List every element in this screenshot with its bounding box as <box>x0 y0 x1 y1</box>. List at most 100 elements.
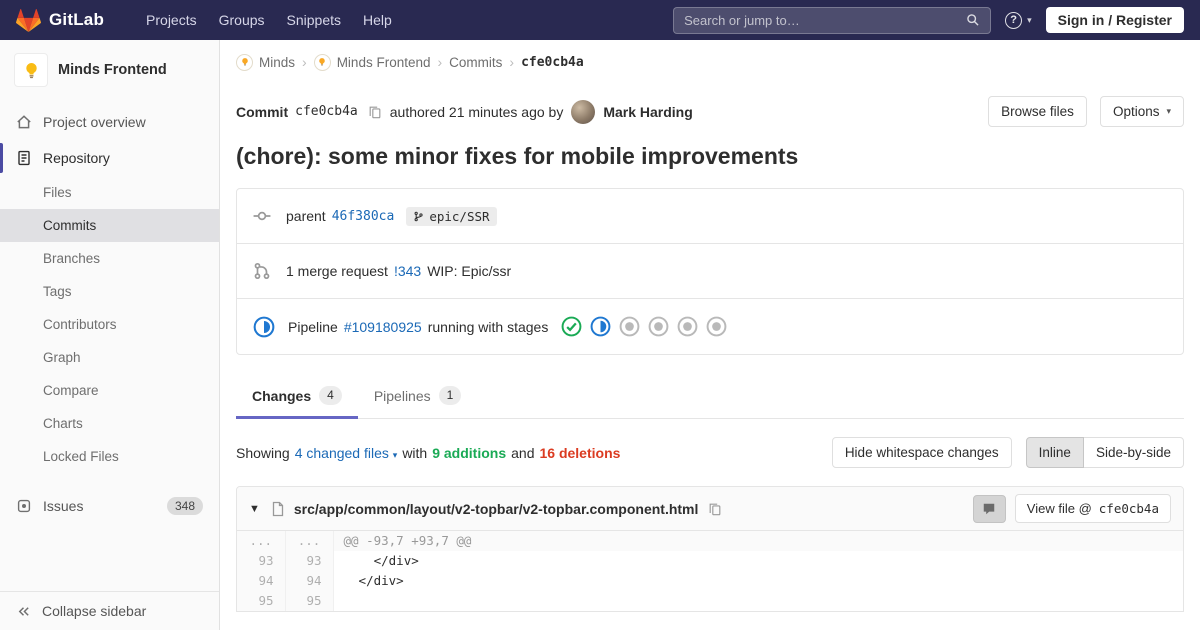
branch-icon <box>414 211 423 221</box>
diff-new-line[interactable]: 95 <box>285 591 334 611</box>
search-input[interactable] <box>684 12 959 28</box>
commit-meta-row: Commit cfe0cb4a authored 21 minutes ago … <box>236 84 1184 131</box>
pipeline-status-text: running with stages <box>427 318 549 335</box>
git-commit-icon <box>253 207 271 225</box>
sidebar-item-label: Project overview <box>43 114 146 130</box>
side-by-side-view-button[interactable]: Side-by-side <box>1082 437 1184 468</box>
options-label: Options <box>1112 104 1160 119</box>
pipeline-stage-success-icon[interactable] <box>561 316 582 337</box>
nav-snippets[interactable]: Snippets <box>287 12 341 28</box>
file-diff-header: ▼ src/app/common/layout/v2-topbar/v2-top… <box>237 487 1183 531</box>
help-dropdown[interactable]: ? ▾ <box>1005 11 1032 29</box>
sidebar-item-compare[interactable]: Compare <box>0 374 219 407</box>
nav-projects[interactable]: Projects <box>146 12 197 28</box>
collapse-diff-caret-icon[interactable]: ▼ <box>249 503 260 515</box>
diff-code: </div> <box>343 573 404 588</box>
sidebar-item-files[interactable]: Files <box>0 176 219 209</box>
navbar-links: Projects Groups Snippets Help <box>146 12 392 28</box>
pipeline-row: Pipeline #109180925 running with stages <box>237 299 1183 354</box>
project-context[interactable]: Minds Frontend <box>0 40 219 100</box>
collapse-sidebar-button[interactable]: Collapse sidebar <box>0 591 219 630</box>
nav-groups[interactable]: Groups <box>219 12 265 28</box>
sidebar-item-commits[interactable]: Commits <box>0 209 219 242</box>
branch-ref-name: epic/SSR <box>429 208 490 224</box>
sidebar-item-branches[interactable]: Branches <box>0 242 219 275</box>
sidebar-item-repository[interactable]: Repository <box>0 140 219 176</box>
sidebar-item-issues[interactable]: Issues 348 <box>0 487 219 525</box>
commit-tabs: Changes 4 Pipelines 1 <box>236 373 1184 419</box>
view-file-sha: cfe0cb4a <box>1098 501 1159 516</box>
global-search[interactable] <box>673 6 992 34</box>
diff-view-toggle: Inline Side-by-side <box>1025 437 1184 468</box>
breadcrumb: Minds › Minds Frontend › Commits › cfe0c… <box>236 40 1184 84</box>
tab-changes-label: Changes <box>252 387 312 404</box>
breadcrumb-project[interactable]: Minds Frontend <box>313 53 431 71</box>
gitlab-home-link[interactable]: GitLab <box>16 8 104 33</box>
diff-old-line[interactable]: 93 <box>237 551 286 571</box>
sidebar-item-contributors[interactable]: Contributors <box>0 308 219 341</box>
sidebar-item-tags[interactable]: Tags <box>0 275 219 308</box>
merge-request-link[interactable]: !343 <box>394 263 421 279</box>
issues-count-badge: 348 <box>166 497 203 515</box>
diff-code: </div> <box>343 553 419 568</box>
merge-request-text: 1 merge request <box>286 263 388 279</box>
view-file-label: View file @ <box>1026 501 1092 516</box>
pipeline-stage-created-icon[interactable] <box>648 316 669 337</box>
deletions-text: 16 deletions <box>539 444 621 461</box>
breadcrumb-separator: › <box>509 54 515 70</box>
diff-new-line[interactable]: 93 <box>285 551 334 571</box>
parent-label: parent <box>286 208 326 224</box>
browse-files-button[interactable]: Browse files <box>988 96 1087 127</box>
lightbulb-icon <box>25 62 37 78</box>
parent-sha-link[interactable]: 46f380ca <box>332 209 395 224</box>
pipeline-stage-created-icon[interactable] <box>619 316 640 337</box>
breadcrumb-current-sha: cfe0cb4a <box>521 54 584 70</box>
tab-pipelines-label: Pipelines <box>373 387 431 404</box>
project-name: Minds Frontend <box>58 62 167 78</box>
sidebar-item-project-overview[interactable]: Project overview <box>0 104 219 140</box>
pipeline-label: Pipeline <box>288 318 338 335</box>
file-path[interactable]: src/app/common/layout/v2-topbar/v2-topba… <box>294 501 699 517</box>
toggle-comments-button[interactable] <box>972 494 1006 523</box>
diff-summary-row: Showing 4 changed files ▾ with 9 additio… <box>236 419 1184 486</box>
sidebar-item-label: Repository <box>43 150 110 166</box>
author-avatar[interactable] <box>571 99 596 124</box>
nav-help[interactable]: Help <box>363 12 392 28</box>
breadcrumb-commits[interactable]: Commits <box>449 55 502 70</box>
top-navbar: GitLab Projects Groups Snippets Help ? ▾… <box>0 0 1200 40</box>
copy-file-path-button[interactable] <box>706 500 724 518</box>
tab-pipelines[interactable]: Pipelines 1 <box>358 373 478 418</box>
tab-changes[interactable]: Changes 4 <box>236 373 358 419</box>
branch-ref-badge[interactable]: epic/SSR <box>406 206 497 226</box>
diff-new-line[interactable]: 94 <box>285 571 334 591</box>
diff-old-line[interactable]: 94 <box>237 571 286 591</box>
sidebar-item-charts[interactable]: Charts <box>0 407 219 440</box>
diff-old-line[interactable]: 95 <box>237 591 286 611</box>
sign-in-button[interactable]: Sign in / Register <box>1045 7 1184 33</box>
inline-view-button[interactable]: Inline <box>1025 437 1084 468</box>
hide-whitespace-button[interactable]: Hide whitespace changes <box>831 437 1012 468</box>
author-name[interactable]: Mark Harding <box>603 104 692 120</box>
pipeline-id-link[interactable]: #109180925 <box>344 319 422 335</box>
main-content: Minds › Minds Frontend › Commits › cfe0c… <box>220 40 1200 612</box>
diff-hunk-header: @@ -93,7 +93,7 @@ <box>333 531 1183 551</box>
diff-old-line: ... <box>237 531 286 551</box>
breadcrumb-project-label: Minds Frontend <box>336 54 431 70</box>
changed-files-dropdown[interactable]: 4 changed files ▾ <box>295 445 398 461</box>
pipeline-stage-created-icon[interactable] <box>677 316 698 337</box>
breadcrumb-group[interactable]: Minds <box>236 53 295 71</box>
pipeline-stage-running-icon[interactable] <box>590 316 611 337</box>
sidebar-item-graph[interactable]: Graph <box>0 341 219 374</box>
diff-new-line: ... <box>285 531 334 551</box>
repository-submenu: Files Commits Branches Tags Contributors… <box>0 176 219 473</box>
sidebar-item-locked-files[interactable]: Locked Files <box>0 440 219 473</box>
view-file-button[interactable]: View file @ cfe0cb4a <box>1014 494 1171 523</box>
options-dropdown-button[interactable]: Options ▾ <box>1099 96 1184 127</box>
repository-icon <box>16 150 32 166</box>
project-avatar <box>14 53 48 87</box>
pipeline-running-icon[interactable] <box>253 316 275 338</box>
copy-sha-button[interactable] <box>366 103 384 121</box>
gitlab-tanuki-logo-icon <box>16 8 41 33</box>
group-avatar <box>236 53 253 71</box>
pipeline-stage-created-icon[interactable] <box>706 316 727 337</box>
